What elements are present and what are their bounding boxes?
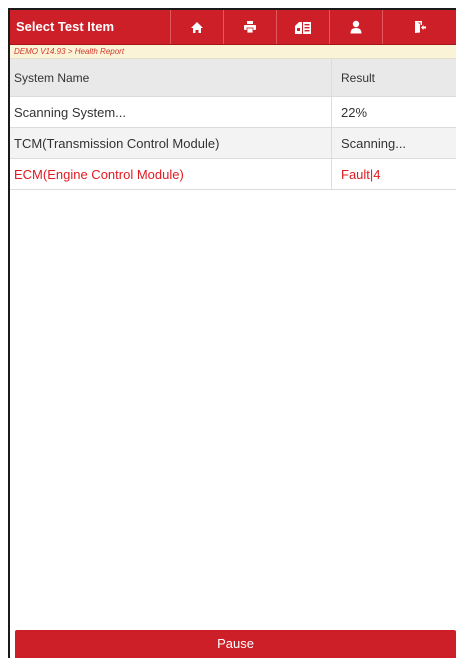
system-name-cell: Scanning System... xyxy=(10,97,332,127)
table-row-fault[interactable]: ECM(Engine Control Module) Fault|4 xyxy=(10,159,456,190)
system-name-cell: TCM(Transmission Control Module) xyxy=(10,128,332,158)
breadcrumb: DEMO V14.93 > Health Report xyxy=(14,47,125,56)
report-icon xyxy=(295,21,311,34)
system-name-cell: ECM(Engine Control Module) xyxy=(10,159,332,189)
result-cell: 22% xyxy=(341,104,368,120)
home-icon xyxy=(191,21,203,33)
app-window: Select Test Item DEMO V14.93 > Health Re… xyxy=(8,8,456,658)
user-icon xyxy=(350,20,362,34)
result-cell: Scanning... xyxy=(341,135,407,151)
pause-button[interactable]: Pause xyxy=(15,630,456,658)
table-row[interactable]: Scanning System... 22% xyxy=(10,97,456,128)
top-toolbar: Select Test Item xyxy=(10,10,456,45)
breadcrumb-bar: DEMO V14.93 > Health Report xyxy=(10,45,456,59)
column-header-system-name: System Name xyxy=(10,59,332,96)
exit-icon xyxy=(414,21,426,33)
home-button[interactable] xyxy=(170,10,223,44)
results-table: System Name Result Scanning System... 22… xyxy=(10,59,456,190)
print-button[interactable] xyxy=(223,10,276,44)
result-cell: Fault|4 xyxy=(341,166,381,182)
page-title: Select Test Item xyxy=(16,19,115,34)
user-button[interactable] xyxy=(329,10,382,44)
exit-button[interactable] xyxy=(382,10,456,44)
table-row[interactable]: TCM(Transmission Control Module) Scannin… xyxy=(10,128,456,159)
table-header-row: System Name Result xyxy=(10,59,456,97)
column-header-result: Result xyxy=(341,70,376,85)
report-button[interactable] xyxy=(276,10,329,44)
print-icon xyxy=(244,21,256,34)
